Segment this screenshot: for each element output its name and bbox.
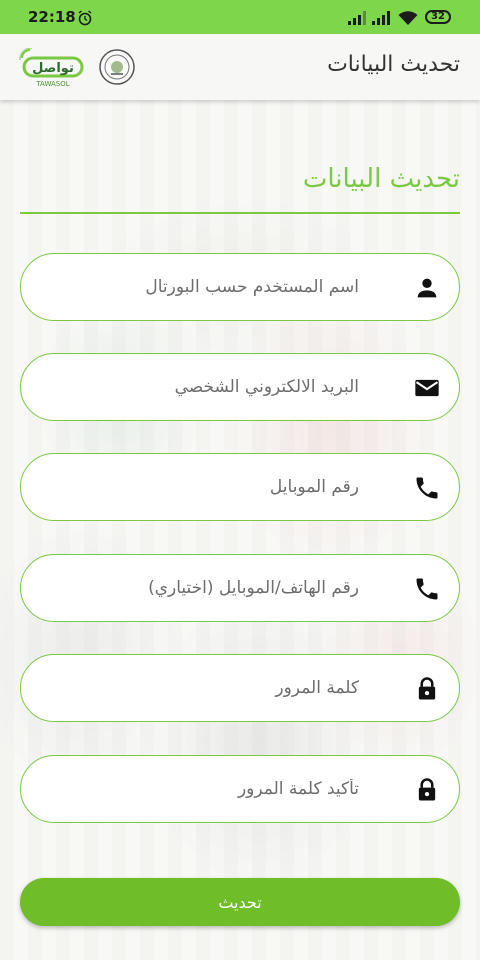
lock-icon (418, 677, 436, 700)
alarm-icon (78, 10, 92, 26)
status-time: 22:18 (28, 8, 76, 26)
mobile-field (20, 453, 460, 521)
update-button[interactable]: تحديث (20, 878, 460, 926)
person-icon (417, 278, 437, 298)
email-input[interactable] (59, 354, 399, 420)
status-bar: 22:18 32 (0, 0, 480, 34)
heading-divider (20, 212, 460, 214)
signal-icon (348, 11, 366, 25)
phone-optional-field (20, 554, 460, 622)
phone-icon (416, 477, 438, 499)
page-title: تحديث البيانات (327, 52, 460, 77)
app-bar: تواصل TAWASOL تحديث البيانات (0, 34, 480, 100)
lock-icon (418, 778, 436, 801)
password-field (20, 654, 460, 722)
battery-level: 32 (431, 11, 445, 22)
logo-text: تواصل (32, 61, 74, 76)
background-overlay (0, 100, 480, 960)
password-input[interactable] (59, 655, 399, 721)
mail-icon (415, 379, 439, 397)
screen: 22:18 32 تواصل TAWASOL تحديث البيانات تح… (0, 0, 480, 960)
mobile-input[interactable] (59, 454, 399, 520)
form-heading: تحديث البيانات (302, 164, 460, 194)
confirm-password-field (20, 755, 460, 823)
signal-icon (372, 11, 390, 25)
email-field (20, 353, 460, 421)
university-seal-icon (99, 49, 135, 85)
username-input[interactable] (59, 254, 399, 320)
username-field (20, 253, 460, 321)
wifi-icon (398, 11, 418, 25)
battery-icon: 32 (425, 10, 451, 24)
confirm-password-input[interactable] (59, 756, 399, 822)
logo-subtext: TAWASOL (35, 80, 69, 88)
tawasol-logo: تواصل TAWASOL (19, 48, 84, 88)
phone-optional-input[interactable] (59, 555, 399, 621)
phone-icon (416, 578, 438, 600)
